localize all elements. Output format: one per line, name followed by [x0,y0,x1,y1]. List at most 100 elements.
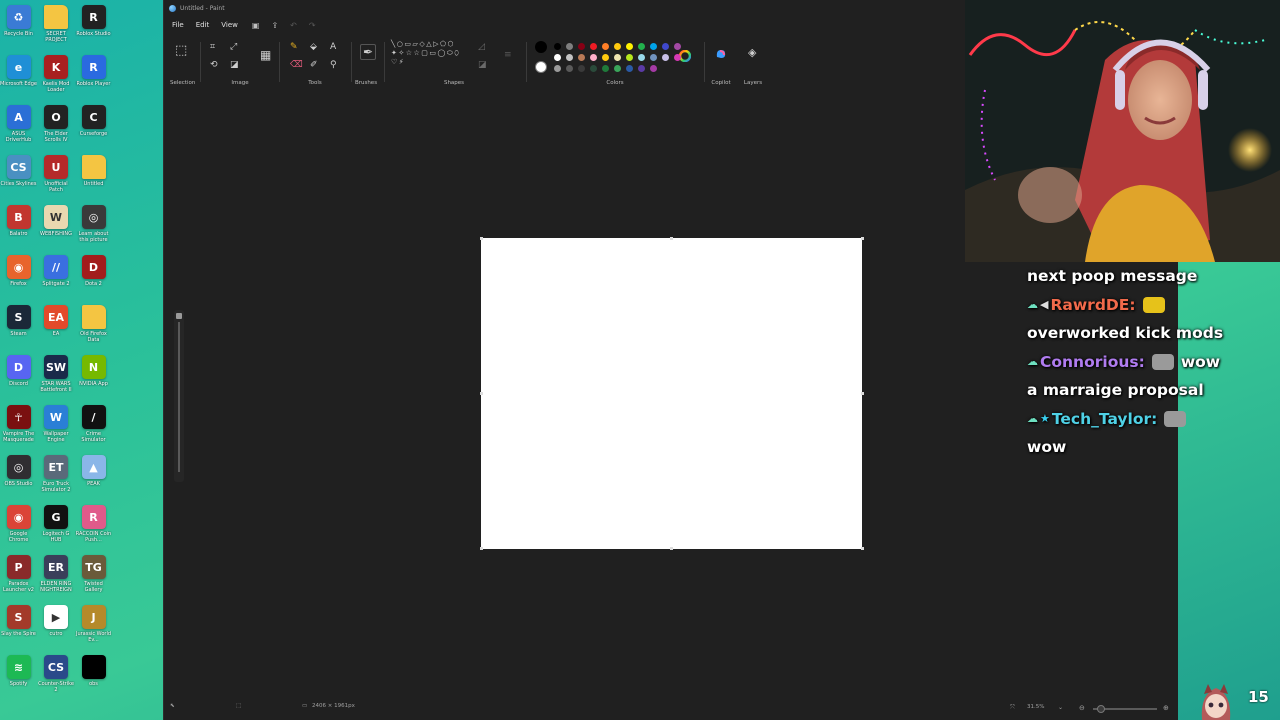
desktop-shortcut[interactable]: ◎ Learn about this picture [75,202,112,252]
palette-color-swatch[interactable] [554,43,561,50]
palette-color-swatch[interactable] [650,54,657,61]
desktop-shortcut[interactable]: G Logitech G HUB [38,502,75,552]
layers-icon[interactable]: ◈ [748,47,756,58]
desktop-shortcut[interactable]: ▶ cutro [38,602,75,652]
share-icon[interactable]: ⇪ [265,21,284,30]
desktop-shortcut[interactable]: N NVIDIA App [75,352,112,402]
palette-color-swatch[interactable] [614,43,621,50]
zoom-level-readout[interactable]: 31.5% [1027,704,1044,710]
palette-color-swatch[interactable] [638,43,645,50]
desktop-shortcut[interactable]: CS Cities Skylines [0,152,37,202]
zoom-out-icon[interactable]: ⊖ [1079,704,1085,712]
desktop-shortcut[interactable]: ER ELDEN RING NIGHTREIGN [38,552,75,602]
palette-color-swatch[interactable] [674,54,681,61]
desktop-shortcut[interactable]: S Steam [0,302,37,352]
palette-color-swatch[interactable] [578,43,585,50]
palette-color-swatch[interactable] [602,43,609,50]
palette-color-swatch[interactable] [650,43,657,50]
desktop-shortcut[interactable]: SECRET PROJECT [38,2,75,52]
desktop-shortcut[interactable]: W Wallpaper Engine [38,402,75,452]
redo-icon[interactable]: ↷ [303,21,322,30]
palette-color-swatch[interactable] [566,54,573,61]
outline-icon[interactable]: ◿ [478,42,485,52]
desktop-shortcut[interactable]: e Microsoft Edge [0,52,37,102]
desktop-shortcut[interactable]: Old Firefox Data [75,302,112,352]
desktop-shortcut[interactable]: ♻ Recycle Bin [0,2,37,52]
crop-icon[interactable]: ⌗ [210,42,215,52]
desktop-shortcut[interactable]: ≋ Spotify [0,652,37,702]
zoom-slider-thumb[interactable] [1097,705,1105,713]
palette-color-swatch[interactable] [626,65,633,72]
desktop-shortcut[interactable]: S Slay the Spire [0,602,37,652]
desktop-shortcut[interactable]: ◎ OBS Studio [0,452,37,502]
rotate-icon[interactable]: ⟲ [210,60,218,70]
desktop-shortcut[interactable]: CS Counter-Strike 2 [38,652,75,702]
desktop-shortcut[interactable]: obs [75,652,112,702]
palette-color-swatch[interactable] [674,43,681,50]
palette-color-swatch[interactable] [614,65,621,72]
desktop-shortcut[interactable]: // Splitgate 2 [38,252,75,302]
text-tool-icon[interactable]: A [330,42,336,52]
resize-handle[interactable] [670,547,673,550]
palette-color-swatch[interactable] [590,54,597,61]
chevron-down-icon[interactable]: ⌄ [1058,704,1063,711]
brush-icon[interactable]: ✒ [360,44,377,60]
palette-color-swatch[interactable] [662,54,669,61]
zoom-side-slider[interactable] [174,310,184,482]
desktop-shortcut[interactable]: TG Twisted Gallery [75,552,112,602]
eraser-icon[interactable]: ⌫ [290,60,303,70]
menu-file[interactable]: File [168,21,192,29]
chat-username[interactable]: Tech_Taylor: [1052,410,1157,428]
resize-icon[interactable]: ⤢ [230,42,237,52]
desktop-shortcut[interactable]: O The Elder Scrolls IV [38,102,75,152]
resize-handle[interactable] [861,392,864,395]
undo-icon[interactable]: ↶ [284,21,303,30]
desktop-shortcut[interactable]: / Crime Simulator [75,402,112,452]
desktop-shortcut[interactable]: K Kaelis Mod Loader [38,52,75,102]
desktop-shortcut[interactable]: SW STAR WARS Battlefront II [38,352,75,402]
desktop-shortcut[interactable]: ☥ Vampire The Masquerade [0,402,37,452]
drawing-canvas[interactable] [481,238,862,549]
desktop-shortcut[interactable]: W WEBFISHING [38,202,75,252]
selection-rectangle-icon[interactable]: ⬚ [175,44,187,57]
palette-color-swatch[interactable] [602,65,609,72]
palette-color-swatch[interactable] [578,65,585,72]
palette-color-swatch[interactable] [602,54,609,61]
shape-size-icon[interactable]: ≡ [504,50,512,60]
palette-color-swatch[interactable] [638,54,645,61]
desktop-shortcut[interactable]: C Curseforge [75,102,112,152]
palette-color-swatch[interactable] [590,65,597,72]
chat-username[interactable]: RawrdDE: [1050,296,1135,314]
select-tool-icon[interactable]: ◪ [230,60,239,70]
palette-color-swatch[interactable] [626,43,633,50]
resize-handle[interactable] [861,547,864,550]
desktop-shortcut[interactable]: J Jurassic World Ev... [75,602,112,652]
palette-color-swatch[interactable] [578,54,585,61]
slider-thumb[interactable] [176,313,182,319]
palette-color-swatch[interactable] [566,65,573,72]
resize-handle[interactable] [670,237,673,240]
palette-color-swatch[interactable] [566,43,573,50]
resize-handle[interactable] [480,392,483,395]
palette-color-swatch[interactable] [590,43,597,50]
secondary-color-swatch[interactable] [535,61,547,73]
image-background-icon[interactable]: ▦ [260,49,271,61]
desktop-shortcut[interactable]: D Dota 2 [75,252,112,302]
primary-color-swatch[interactable] [535,41,547,53]
palette-color-swatch[interactable] [650,65,657,72]
desktop-shortcut[interactable]: ◉ Firefox [0,252,37,302]
zoom-in-icon[interactable]: ⊕ [1163,704,1169,712]
fill-icon[interactable]: ◪ [478,60,487,70]
copilot-icon[interactable] [715,48,727,61]
pencil-icon[interactable]: ✎ [290,42,298,52]
desktop-shortcut[interactable]: U Unofficial Patch [38,152,75,202]
desktop-shortcut[interactable]: R RACCOIN Coin Push... [75,502,112,552]
shapes-gallery[interactable]: ╲○▭▱◇△▷⬠⬡ ✦✧☆☆▢▭◯⬭⬯ ♡⚡ [391,40,471,67]
fit-to-window-icon[interactable]: ⤧ [1010,704,1015,712]
menu-view[interactable]: View [217,21,246,29]
palette-color-swatch[interactable] [554,65,561,72]
resize-handle[interactable] [480,547,483,550]
desktop-shortcut[interactable]: ET Euro Truck Simulator 2 [38,452,75,502]
palette-color-swatch[interactable] [614,54,621,61]
fill-bucket-icon[interactable]: ⬙ [310,42,317,52]
